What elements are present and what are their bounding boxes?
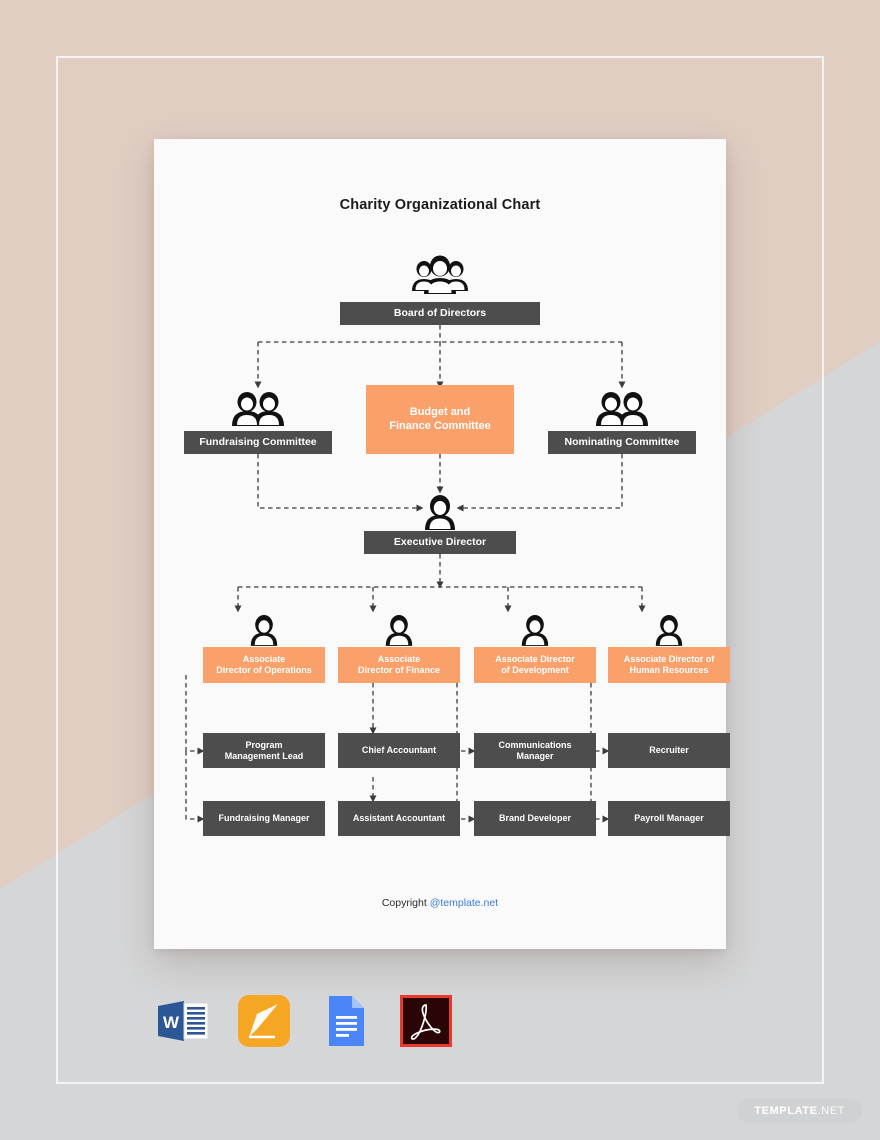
watermark-bold: TEMPLATE xyxy=(754,1105,818,1117)
node-label-line1: Assistant Accountant xyxy=(352,813,446,824)
node-board-of-directors[interactable]: Board of Directors xyxy=(340,255,540,325)
node-label-line1: Associate xyxy=(377,654,421,665)
node-label-line2: Finance Committee xyxy=(389,419,491,432)
svg-text:W: W xyxy=(163,1013,180,1032)
node-assistant-accountant[interactable]: Assistant Accountant xyxy=(338,801,460,836)
node-label: Fundraising Committee xyxy=(184,431,332,454)
node-label-line2: Director of Finance xyxy=(357,665,440,675)
google-docs-icon[interactable] xyxy=(316,992,374,1050)
node-label-line2: Director of Operations xyxy=(216,665,312,675)
node-assoc-director-human-resources[interactable]: Associate Director of Human Resources xyxy=(608,609,730,683)
node-chief-accountant[interactable]: Chief Accountant xyxy=(338,733,460,768)
document-paper: Charity Organizational Chart Board of Di… xyxy=(154,139,730,949)
node-label: Executive Director xyxy=(364,531,516,554)
person-icon xyxy=(364,489,516,531)
node-recruiter[interactable]: Recruiter xyxy=(608,733,730,768)
node-label-line2: Management Lead xyxy=(224,750,304,761)
node-label: Chief Accountant xyxy=(338,733,460,768)
node-label: Budget and Finance Committee xyxy=(366,385,514,454)
apple-pages-icon[interactable] xyxy=(235,992,293,1050)
node-label: Program Management Lead xyxy=(203,733,325,768)
node-payroll-manager[interactable]: Payroll Manager xyxy=(608,801,730,836)
node-label: Fundraising Manager xyxy=(203,801,325,836)
node-assoc-director-operations[interactable]: Associate Director of Operations xyxy=(203,609,325,683)
node-label-line1: Program xyxy=(245,739,283,750)
node-label-line2: Human Resources xyxy=(629,665,709,675)
node-label: Associate Director of Development xyxy=(474,647,596,683)
node-label: Board of Directors xyxy=(340,302,540,325)
node-label-line1: Associate Director of xyxy=(623,654,715,665)
node-label-line1: Associate xyxy=(242,654,286,665)
node-nominating-committee[interactable]: Nominating Committee xyxy=(548,385,696,454)
node-label: Assistant Accountant xyxy=(338,801,460,836)
node-label: Associate Director of Human Resources xyxy=(608,647,730,683)
node-label: Brand Developer xyxy=(474,801,596,836)
adobe-pdf-icon[interactable] xyxy=(397,992,455,1050)
node-brand-developer[interactable]: Brand Developer xyxy=(474,801,596,836)
node-executive-director[interactable]: Executive Director xyxy=(364,489,516,554)
node-label-line1: Brand Developer xyxy=(498,813,572,824)
node-program-management-lead[interactable]: Program Management Lead xyxy=(203,733,325,768)
node-assoc-director-finance[interactable]: Associate Director of Finance xyxy=(338,609,460,683)
three-people-icon xyxy=(340,253,540,297)
node-label-line1: Communications xyxy=(498,739,572,750)
node-assoc-director-development[interactable]: Associate Director of Development xyxy=(474,609,596,683)
node-label: Associate Director of Operations xyxy=(203,647,325,683)
node-label: Nominating Committee xyxy=(548,431,696,454)
node-label: Communications Manager xyxy=(474,733,596,768)
node-label-line1: Payroll Manager xyxy=(634,813,704,824)
node-label-line1: Budget and xyxy=(409,406,471,419)
person-icon xyxy=(608,609,730,647)
copyright-text: Copyright xyxy=(381,897,430,909)
two-people-icon xyxy=(184,385,332,429)
node-label: Recruiter xyxy=(608,733,730,768)
node-label-line1: Chief Accountant xyxy=(361,745,437,756)
person-icon xyxy=(203,609,325,647)
ms-word-icon[interactable]: W xyxy=(154,992,212,1050)
org-chart: Board of Directors Fundraising Committee… xyxy=(154,139,730,949)
node-fundraising-committee[interactable]: Fundraising Committee xyxy=(184,385,332,454)
file-format-icons: W xyxy=(154,992,452,1050)
node-label-line1: Recruiter xyxy=(649,745,689,756)
watermark-light: .NET xyxy=(817,1105,845,1117)
node-label: Associate Director of Finance xyxy=(338,647,460,683)
node-fundraising-manager[interactable]: Fundraising Manager xyxy=(203,801,325,836)
template-net-link[interactable]: @template.net xyxy=(430,897,498,909)
two-people-icon xyxy=(548,385,696,429)
node-label-line2: Manager xyxy=(516,750,554,761)
node-budget-finance-committee[interactable]: Budget and Finance Committee xyxy=(366,385,514,454)
person-icon xyxy=(474,609,596,647)
node-communications-manager[interactable]: Communications Manager xyxy=(474,733,596,768)
template-net-watermark: TEMPLATE.NET xyxy=(737,1099,862,1123)
node-label: Payroll Manager xyxy=(608,801,730,836)
node-label-line1: Associate Director xyxy=(495,654,575,665)
node-label-line2: of Development xyxy=(501,665,569,675)
copyright-notice: Copyright @template.net xyxy=(154,897,726,909)
person-icon xyxy=(338,609,460,647)
node-label-line1: Fundraising Manager xyxy=(218,813,310,824)
